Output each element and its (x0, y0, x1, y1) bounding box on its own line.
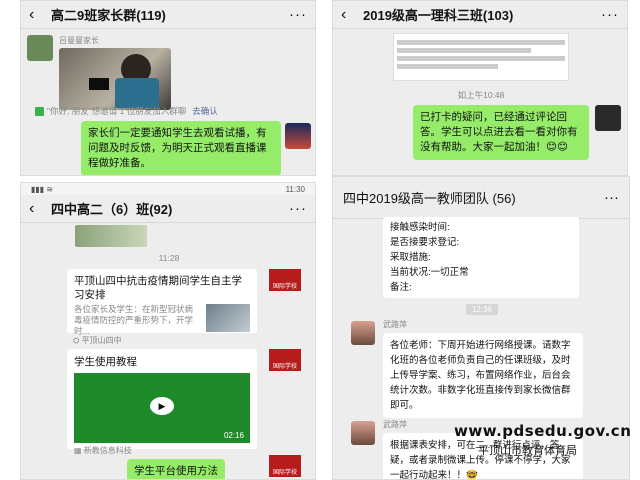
sender-avatar[interactable] (351, 421, 375, 445)
chat-title: 四中高二（6）班(92) (51, 202, 173, 217)
play-icon[interactable]: ▶ (150, 397, 174, 415)
message-bubble[interactable]: 已打卡的疑问，已经通过评论回答。学生可以点进去看一看对你有没有帮助。大家一起加油… (413, 105, 589, 160)
video-source-icon: ▦ (74, 446, 84, 455)
avatar-tag: 国际学校 (272, 470, 297, 476)
article-card[interactable]: 平顶山四中抗击疫情期间学生自主学习安排 各位家长及学生：在新型冠状病毒疫情防控的… (67, 269, 257, 336)
video-source: ▦ 新教信息科技 (74, 445, 250, 456)
my-avatar[interactable] (285, 123, 311, 149)
chat-title: 四中2019级高一教师团队 (56) (343, 191, 516, 206)
video-source-name: 新教信息科技 (83, 446, 132, 455)
message-bubble[interactable]: 各位老师：下周开始进行网络授课。请数字化班的各位老师负责自己的任课班级，及时上传… (383, 333, 583, 418)
watermark-url: www.pdsedu.gov.cn (454, 422, 632, 440)
source-icon: ⛭ (73, 336, 82, 345)
form-line: 接触感染时间: (390, 222, 450, 233)
shared-photo[interactable] (59, 48, 171, 110)
system-notice-text: "你好, 朋友"想邀请 1 位朋友加入群聊 (47, 106, 187, 116)
sender-name: 武路萍 (383, 420, 407, 429)
form-line: 是否接要求登记: (390, 237, 460, 248)
back-arrow-icon[interactable]: ‹ (29, 200, 45, 218)
more-options-icon[interactable]: ··· (604, 189, 619, 206)
more-options-icon[interactable]: ··· (601, 6, 619, 23)
sender-avatar[interactable]: 国际学校 (269, 455, 301, 477)
sender-avatar[interactable] (351, 321, 375, 345)
chat-header: ‹ 2019级高一理科三班(103) ··· (333, 1, 627, 29)
chat-panel-class6-group: ▮▮▮ ≋ 11:30 ‹ 四中高二（6）班(92) ··· 11:28 平顶山… (20, 182, 316, 480)
chat-title: 2019级高一理科三班(103) (363, 8, 514, 23)
form-line: 采取措施: (390, 252, 431, 263)
source-name: 平顶山四中 (81, 336, 122, 345)
signal-icon: ▮▮▮ ≋ (31, 184, 54, 194)
my-avatar[interactable] (595, 105, 621, 131)
chat-panel-class-group: ‹ 2019级高一理科三班(103) ··· 如上午10:48 已打卡的疑问，已… (332, 0, 628, 176)
message-bubble[interactable]: 接触感染时间: 是否接要求登记: 采取措施: 当前状况:一切正常 备注: (383, 217, 579, 298)
avatar-tag: 国际学校 (272, 364, 297, 370)
video-card[interactable]: 学生使用教程 ▶ 02:16 ▦ 新教信息科技 (67, 349, 257, 455)
more-options-icon[interactable]: ··· (289, 200, 307, 217)
chat-header: 四中2019级高一教师团队 (56) ··· (333, 177, 629, 219)
form-line: 当前状况:一切正常 (390, 267, 469, 278)
avatar[interactable] (27, 35, 53, 61)
article-thumbnail (206, 304, 250, 332)
message-bubble[interactable]: 家长们一定要通知学生去观看试播，有问题及时反馈，为明天正式观看直播课程做好准备。 (81, 121, 281, 175)
shared-photo[interactable] (75, 225, 147, 247)
watermark-org: 平顶山市教育体育局 (478, 444, 577, 457)
chat-header: ‹ 高二9班家长群(119) ··· (21, 1, 315, 29)
sender-avatar[interactable]: 国际学校 (269, 349, 301, 371)
timestamp: 11:28 (158, 253, 180, 263)
article-source: ⛭ 平顶山四中 (73, 335, 122, 346)
chat-panel-parents-group: ‹ 高二9班家长群(119) ··· 吕曼曼家长 "你好, 朋友"想邀请 1 位… (20, 0, 316, 176)
message-row: 吕曼曼家长 (27, 35, 171, 110)
avatar-tag: 国际学校 (272, 284, 297, 290)
confirm-link[interactable]: 去确认 (192, 105, 218, 117)
group-invite-icon (35, 106, 44, 116)
timestamp: 12:36 (465, 304, 499, 315)
back-arrow-icon[interactable]: ‹ (341, 6, 357, 24)
status-bar: ▮▮▮ ≋ 11:30 (21, 183, 315, 195)
more-options-icon[interactable]: ··· (289, 6, 307, 23)
shared-image[interactable] (393, 33, 569, 81)
chat-title: 高二9班家长群(119) (51, 8, 166, 23)
video-thumbnail[interactable]: ▶ 02:16 (74, 373, 250, 443)
timestamp: 如上午10:48 (457, 90, 505, 100)
article-title: 平顶山四中抗击疫情期间学生自主学习安排 (74, 275, 242, 301)
sender-name: 武路萍 (383, 320, 407, 329)
chat-header: ‹ 四中高二（6）班(92) ··· (21, 195, 315, 223)
video-title: 学生使用教程 (74, 356, 137, 368)
back-arrow-icon[interactable]: ‹ (29, 6, 45, 24)
system-notice: "你好, 朋友"想邀请 1 位朋友加入群聊 去确认 (35, 105, 303, 117)
sender-name: 吕曼曼家长 (59, 36, 99, 45)
timestamp-row: 12:36 (333, 299, 629, 317)
message-bubble[interactable]: 学生平台使用方法 (127, 459, 225, 479)
sender-avatar[interactable]: 国际学校 (269, 269, 301, 291)
form-line: 备注: (390, 282, 412, 293)
article-description: 各位家长及学生：在新型冠状病毒疫情防控的严重形势下，开学时... (74, 304, 194, 336)
video-duration: 02:16 (223, 431, 244, 440)
status-time: 11:30 (285, 184, 305, 194)
